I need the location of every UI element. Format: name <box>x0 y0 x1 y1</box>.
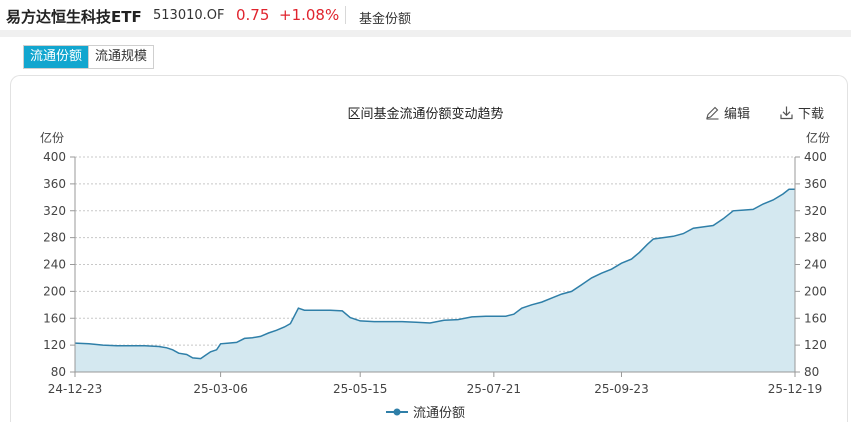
share-trend-chart: 80 80 120 120 160 160 200 200 240 240 280 280 320 320… <box>40 130 830 396</box>
y-tick-label-right: 80 <box>804 365 819 379</box>
legend-marker-icon <box>385 408 408 415</box>
y-tick-label-left: 400 <box>43 150 66 164</box>
y-tick-label-left: 80 <box>51 365 66 379</box>
x-tick-label: 25-09-23 <box>594 382 648 396</box>
y-tick-label-left: 320 <box>43 204 66 218</box>
legend-label: 流通份额 <box>412 406 465 421</box>
y-tick-label-right: 240 <box>804 258 827 272</box>
y-tick-label-right: 120 <box>804 338 827 352</box>
y-axis-label-left: 亿份 <box>40 130 64 145</box>
y-tick-label-left: 160 <box>43 311 66 325</box>
x-tick-label: 25-07-21 <box>467 382 521 396</box>
y-tick-label-right: 280 <box>804 231 827 245</box>
y-tick-label-left: 200 <box>43 284 66 298</box>
y-tick-label-right: 200 <box>804 284 827 298</box>
y-axis-label-right: 亿份 <box>806 130 830 145</box>
x-tick-label: 24-12-23 <box>48 382 102 396</box>
x-tick-label: 25-05-15 <box>333 382 387 396</box>
y-tick-label-left: 280 <box>43 231 66 245</box>
series-area <box>75 189 795 372</box>
chart-legend[interactable]: 流通份额 <box>0 402 851 421</box>
y-tick-label-right: 360 <box>804 177 827 191</box>
x-tick-label: 25-12-19 <box>768 382 822 396</box>
y-tick-label-left: 120 <box>43 338 66 352</box>
y-tick-label-right: 160 <box>804 311 827 325</box>
x-tick-label: 25-03-06 <box>193 382 247 396</box>
y-tick-label-right: 320 <box>804 204 827 218</box>
y-tick-label-left: 360 <box>43 177 66 191</box>
y-tick-label-left: 240 <box>43 258 66 272</box>
y-tick-label-right: 400 <box>804 150 827 164</box>
